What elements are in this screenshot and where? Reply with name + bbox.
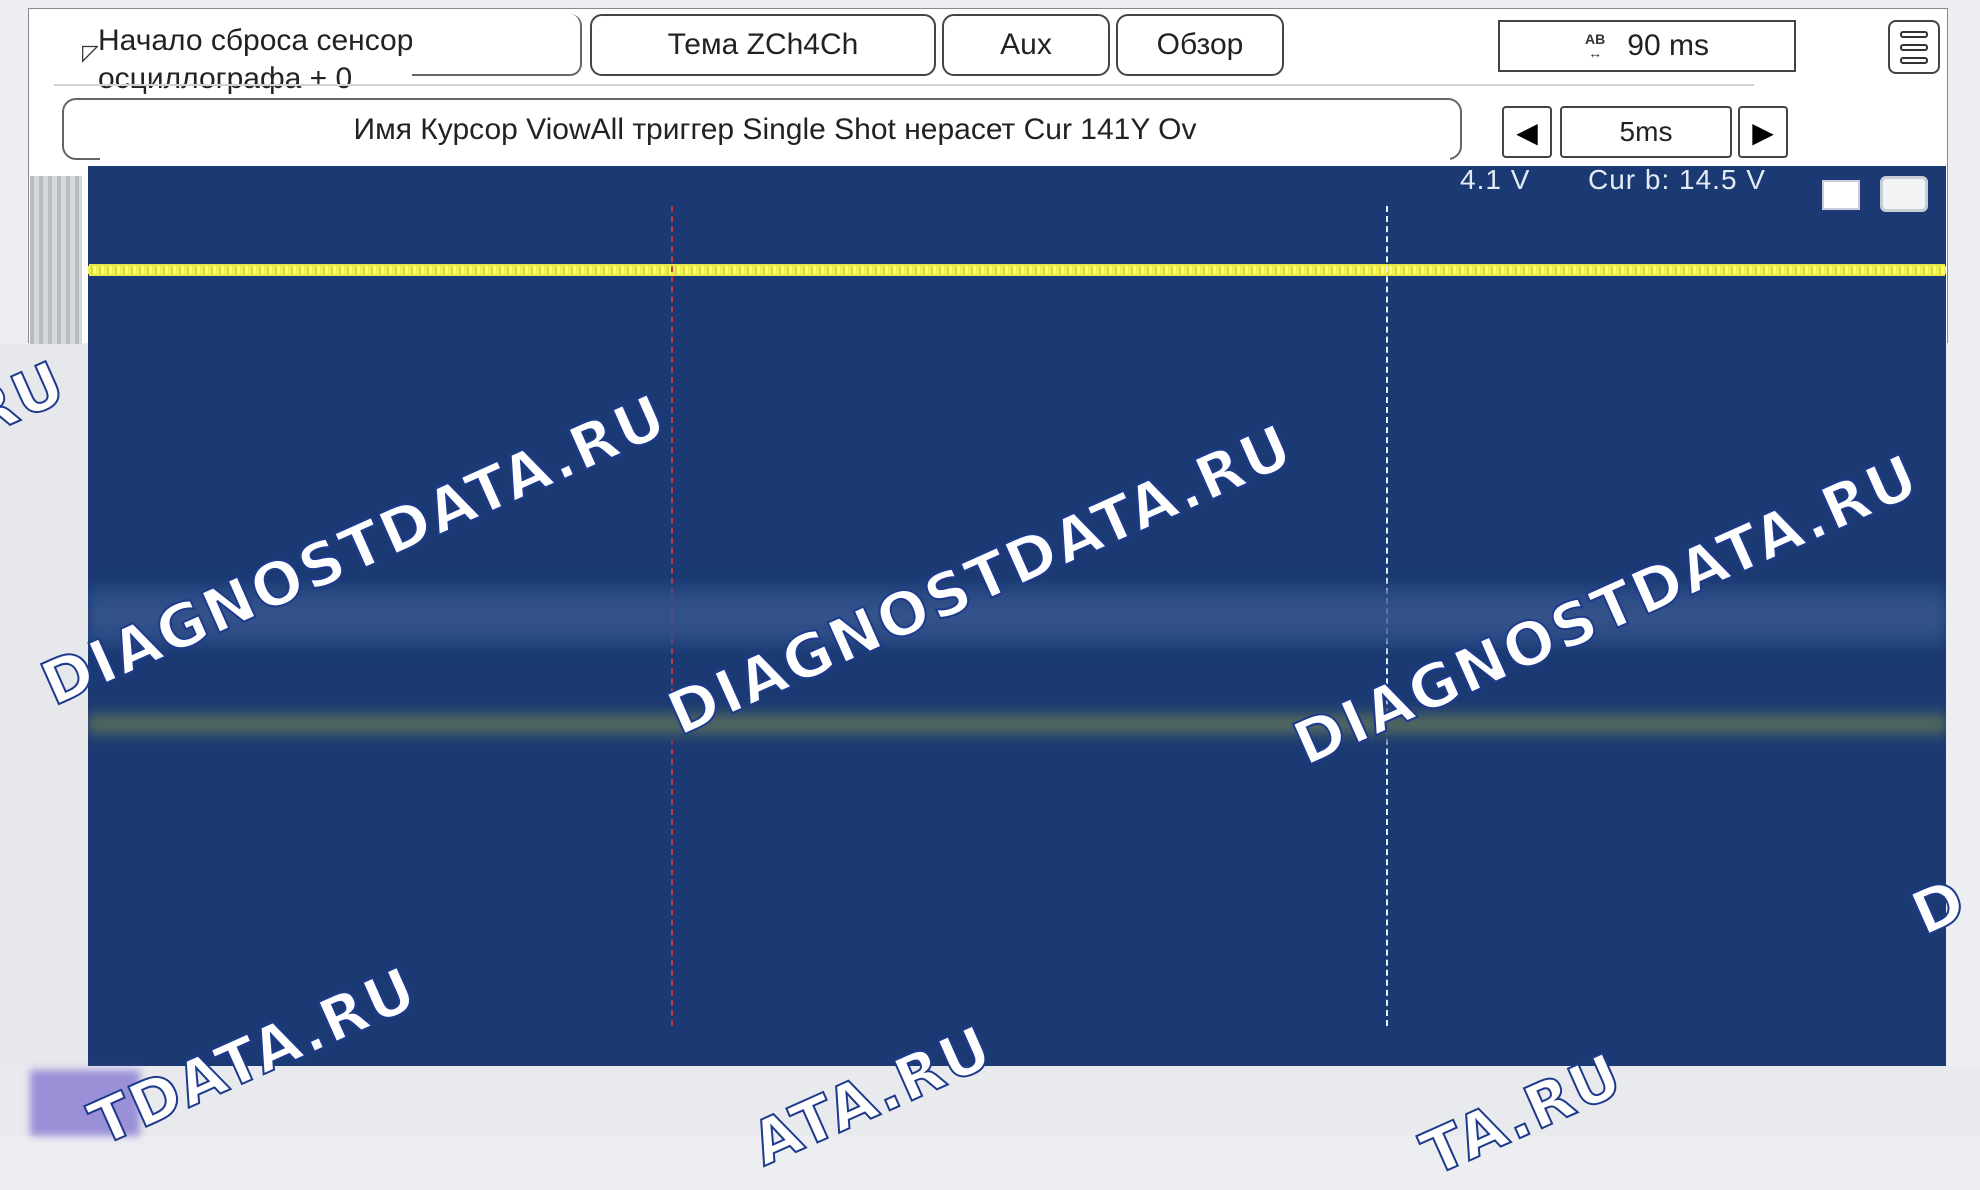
window-icon[interactable] xyxy=(1880,176,1928,212)
signal-trace xyxy=(88,266,1946,274)
timebase-next-button[interactable]: ▶ xyxy=(1738,106,1788,158)
timebase-value[interactable]: 5ms xyxy=(1560,106,1732,158)
cursor-b-readout: Cur b: 14.5 V xyxy=(1588,164,1766,195)
left-margin xyxy=(0,344,88,1136)
blurred-trace xyxy=(88,706,1946,742)
cursor-a-readout: 4.1 V xyxy=(1460,164,1531,195)
vertical-scrollbar[interactable] xyxy=(30,176,82,346)
timebase-prev-button[interactable]: ◀ xyxy=(1502,106,1552,158)
info-bar: Имя Курсор ViowAll триггер Single Shot н… xyxy=(100,100,1450,160)
dropdown-caret-icon[interactable]: ◸ xyxy=(82,40,99,66)
overview-button[interactable]: Обзор xyxy=(1116,14,1284,76)
theme-button[interactable]: Тема ZCh4Ch xyxy=(590,14,936,76)
toolbar-divider xyxy=(54,84,1754,86)
hidden-button-ghost xyxy=(412,14,582,76)
aux-button[interactable]: Aux xyxy=(942,14,1110,76)
checkbox-icon[interactable] xyxy=(1822,180,1860,210)
ab-delta-value: 90 ms xyxy=(1627,29,1709,62)
ab-span-icon: AB ↔ xyxy=(1585,31,1606,61)
menu-icon[interactable] xyxy=(1888,20,1940,74)
ab-delta-readout[interactable]: AB ↔ 90 ms xyxy=(1498,20,1796,72)
